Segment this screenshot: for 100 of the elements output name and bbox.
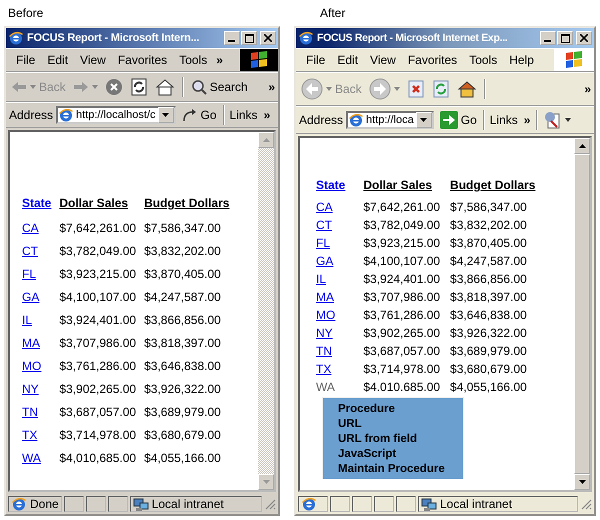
scroll-up-button[interactable]: [574, 138, 590, 154]
home-icon: [456, 80, 477, 98]
table-cell: $3,646,838.00: [144, 358, 221, 372]
table-link[interactable]: CT: [22, 244, 38, 258]
status-pane: [396, 496, 416, 512]
table-cell: $3,926,322.00: [144, 382, 221, 396]
menu-item[interactable]: Tools: [173, 53, 214, 67]
menu-item[interactable]: Favorites: [402, 53, 464, 67]
table-link[interactable]: CT: [316, 218, 332, 232]
table-cell: $4,055,166.00: [450, 380, 527, 394]
menu-item[interactable]: Edit: [41, 53, 74, 67]
menu-item[interactable]: View: [364, 53, 402, 67]
menu-item[interactable]: Edit: [331, 53, 364, 67]
table-link[interactable]: NY: [316, 326, 333, 340]
scroll-down-button[interactable]: [574, 474, 590, 490]
table-link[interactable]: MO: [316, 308, 336, 322]
window-title: FOCUS Report - Microsoft Intern...: [27, 32, 200, 44]
go-button[interactable]: Go: [178, 107, 220, 123]
table-cell: $3,646,838.00: [450, 308, 527, 322]
table-cell: $3,926,322.00: [450, 326, 527, 340]
table-link[interactable]: MA: [316, 290, 334, 304]
table-link[interactable]: CA: [22, 220, 39, 234]
table-cell: $3,714,978.00: [59, 428, 136, 442]
table-link[interactable]: TN: [22, 404, 38, 418]
links-chevron[interactable]: »: [520, 113, 534, 127]
curved-arrow-icon: [182, 108, 198, 122]
table-cell: $3,870,405.00: [144, 266, 221, 280]
caret-icon: [92, 85, 98, 89]
table-cell: $3,687,057.00: [363, 344, 440, 358]
close-button[interactable]: [260, 31, 276, 45]
zone-text: Local intranet: [440, 497, 512, 511]
column-header-link[interactable]: State: [22, 196, 52, 210]
popup-menu-item[interactable]: URL: [338, 417, 463, 432]
table-cell: $3,707,986.00: [59, 336, 136, 350]
menu-item[interactable]: File: [300, 53, 332, 67]
table-cell: $3,707,986.00: [363, 290, 440, 304]
table-link[interactable]: TN: [316, 344, 332, 358]
dropdown-arrow-icon: [162, 113, 170, 117]
table-link[interactable]: IL: [22, 312, 32, 326]
menu-item[interactable]: View: [74, 53, 112, 67]
forward-arrow-icon: [72, 81, 89, 93]
maximize-icon: [560, 34, 570, 42]
table-cell: $7,642,261.00: [59, 220, 136, 234]
table-cell: $4,247,587.00: [144, 290, 221, 304]
table-link[interactable]: WA: [22, 450, 41, 464]
column-header-link[interactable]: State: [316, 178, 346, 192]
menu-item[interactable]: Favorites: [112, 53, 174, 67]
table-cell: $3,866,856.00: [144, 312, 221, 326]
table-link[interactable]: IL: [316, 272, 326, 286]
caret-icon: [326, 87, 332, 91]
browser-icon: [58, 107, 74, 123]
status-pane: [374, 496, 394, 512]
maximize-button[interactable]: [557, 31, 573, 45]
table-cell: $4,010,685.00: [59, 450, 136, 464]
table-cell: $7,642,261.00: [363, 200, 440, 214]
maximize-button[interactable]: [241, 31, 257, 45]
go-button[interactable]: Go: [436, 110, 480, 130]
popup-menu-item[interactable]: JavaScript: [338, 447, 463, 462]
table-cell: $3,689,979.00: [450, 344, 527, 358]
stop-icon: [406, 80, 425, 98]
table-link[interactable]: FL: [22, 266, 36, 280]
table-link[interactable]: CA: [316, 200, 333, 214]
column-header: Budget Dollars: [144, 196, 230, 210]
table-link[interactable]: NY: [22, 382, 39, 396]
popup-menu-item[interactable]: Maintain Procedure: [338, 462, 463, 477]
links-label[interactable]: Links: [228, 108, 258, 122]
menu-item[interactable]: File: [10, 53, 42, 67]
search-button[interactable]: Search: [188, 78, 251, 96]
minimize-button[interactable]: [224, 31, 240, 45]
links-label[interactable]: Links: [488, 113, 518, 127]
links-chevron[interactable]: »: [260, 108, 274, 122]
table-link[interactable]: GA: [316, 254, 334, 268]
menu-item[interactable]: Tools: [463, 53, 504, 67]
table-link[interactable]: TX: [22, 428, 38, 442]
popup-menu-item[interactable]: URL from field: [338, 432, 463, 447]
browser-icon: [348, 112, 364, 128]
table-link[interactable]: TX: [316, 362, 332, 376]
table-link[interactable]: FL: [316, 236, 330, 250]
zone-text: Local intranet: [152, 497, 224, 511]
menu-chevron[interactable]: »: [213, 53, 226, 67]
browser-icon: [301, 496, 317, 512]
menu-item[interactable]: Help: [503, 53, 540, 67]
table-link[interactable]: MO: [22, 358, 42, 372]
toolbar-chevron[interactable]: »: [265, 80, 278, 94]
caret-icon: [30, 85, 36, 89]
table-cell: $3,782,049.00: [59, 244, 136, 258]
caret-icon: [394, 87, 400, 91]
minimize-button[interactable]: [540, 31, 556, 45]
popup-menu-item[interactable]: Procedure: [338, 402, 463, 417]
status-pane: [352, 496, 372, 512]
toolbar-chevron[interactable]: »: [581, 82, 594, 96]
close-button[interactable]: [576, 31, 592, 45]
status-text: Done: [30, 497, 59, 511]
address-field[interactable]: http://loca: [346, 111, 434, 129]
table-link[interactable]: MA: [22, 336, 40, 350]
down-arrow-icon: [262, 480, 270, 484]
table-link[interactable]: GA: [22, 290, 40, 304]
network-icon: [421, 496, 437, 512]
address-field[interactable]: http://localhost/c: [56, 106, 176, 124]
search-icon: [190, 79, 207, 95]
